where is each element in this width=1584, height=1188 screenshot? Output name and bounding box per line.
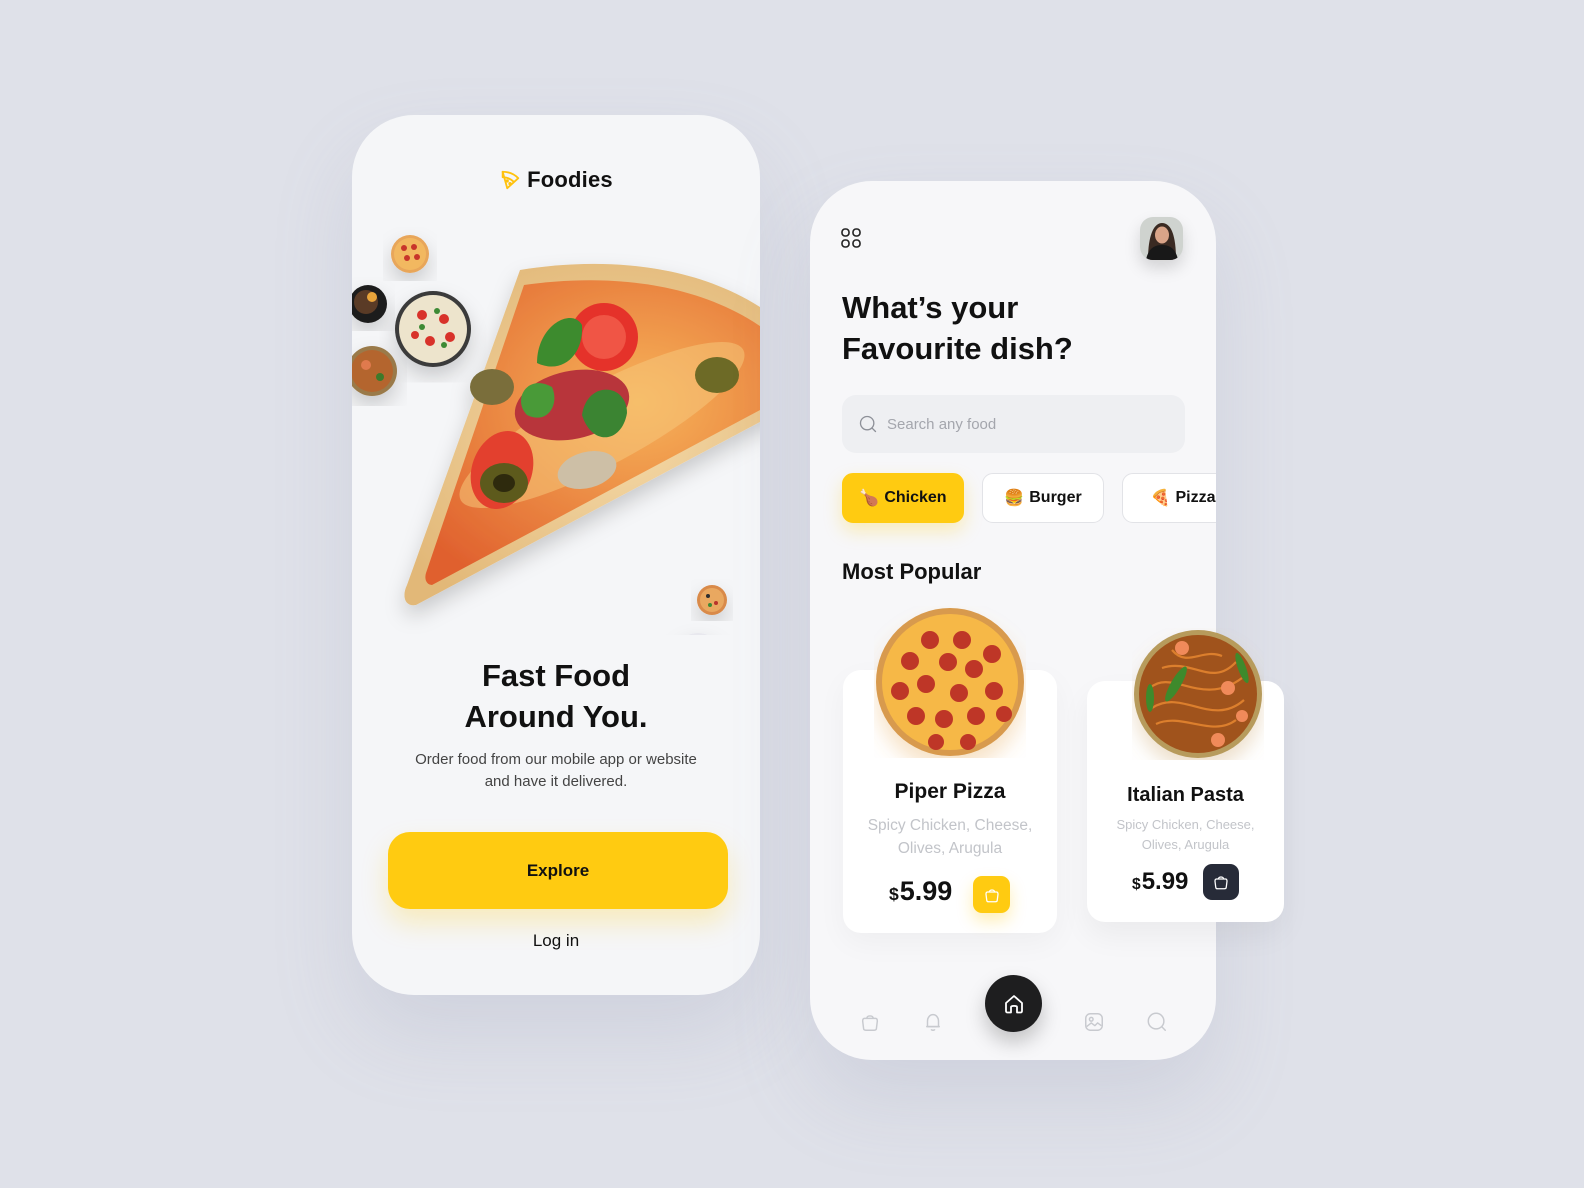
brand-logo: Foodies — [352, 167, 760, 193]
pizza-slice-icon: 🍕 — [1150, 490, 1171, 507]
search-bar[interactable] — [842, 395, 1185, 453]
category-chip-burger[interactable]: 🍔 Burger — [982, 473, 1104, 523]
plate-noodles-small — [352, 346, 397, 396]
price-value: 5.99 — [1141, 868, 1189, 895]
shopping-bag-icon[interactable] — [859, 1011, 881, 1033]
plate-pizza-mini — [697, 585, 727, 615]
headline-line-2: Around You. — [464, 699, 648, 734]
bottom-navigation — [810, 975, 1216, 1041]
plate-salad — [688, 633, 708, 635]
desc-line-1: Spicy Chicken, Cheese, — [1116, 817, 1255, 832]
subtitle-line-1: Order food from our mobile app or websit… — [415, 751, 697, 768]
welcome-subtitle: Order food from our mobile app or websit… — [392, 749, 720, 793]
home-icon — [1004, 994, 1023, 1013]
plate-pepperoni-small — [391, 235, 429, 273]
desc-line-2: Olives, Arugula — [897, 840, 1003, 858]
search-input[interactable] — [887, 415, 1167, 433]
shrimp-noodle-bowl-image — [1134, 630, 1262, 758]
pepperoni-pizza-image — [876, 608, 1024, 756]
price-value: 5.99 — [899, 876, 953, 906]
currency-symbol: $ — [1132, 876, 1141, 893]
category-chip-chicken[interactable]: 🍗 Chicken — [842, 473, 964, 523]
add-to-cart-button[interactable] — [973, 876, 1010, 913]
hero-food-illustration — [352, 235, 760, 635]
card-title: Italian Pasta — [1127, 784, 1244, 806]
home-screen: What’s your Favourite dish? 🍗 Chicken 🍔 … — [810, 181, 1216, 1060]
title-line-2: Favourite dish? — [842, 331, 1073, 366]
plate-spaghetti — [395, 291, 471, 367]
search-icon — [859, 415, 877, 433]
home-nav-button[interactable] — [985, 975, 1042, 1032]
card-title: Piper Pizza — [894, 780, 1006, 803]
headline-line-1: Fast Food — [481, 658, 631, 693]
login-link[interactable]: Log in — [352, 931, 760, 951]
chip-label: Chicken — [884, 489, 947, 506]
brand-name: Foodies — [527, 167, 613, 192]
welcome-screen: Foodies Fast Food Around You. Order food… — [352, 115, 760, 995]
grid-icon[interactable] — [841, 228, 861, 248]
desc-line-2: Olives, Arugula — [1141, 836, 1230, 852]
section-title-most-popular: Most Popular — [842, 559, 982, 584]
avatar[interactable] — [1140, 217, 1183, 260]
chip-label: Pizza — [1175, 489, 1216, 506]
burger-icon: 🍔 — [1004, 490, 1025, 507]
shopping-bag-icon — [984, 888, 999, 902]
explore-button[interactable]: Explore — [388, 832, 728, 909]
image-icon[interactable] — [1083, 1011, 1105, 1033]
subtitle-line-2: and have it delivered. — [484, 773, 628, 790]
pizza-slice-outline-icon — [501, 170, 520, 190]
search-icon[interactable] — [1146, 1011, 1168, 1033]
add-to-cart-button[interactable] — [1203, 864, 1239, 900]
desc-line-1: Spicy Chicken, Cheese, — [867, 817, 1033, 834]
category-chip-pizza[interactable]: 🍕 Pizza — [1122, 473, 1216, 523]
bell-icon[interactable] — [922, 1011, 944, 1033]
category-chips: 🍗 Chicken 🍔 Burger 🍕 Pizza — [842, 473, 1216, 523]
welcome-headline: Fast Food Around You. — [352, 655, 760, 737]
page-title: What’s your Favourite dish? — [842, 287, 1073, 369]
shopping-bag-icon — [1214, 876, 1228, 890]
card-price: $5.99 — [889, 876, 952, 907]
currency-symbol: $ — [889, 884, 899, 904]
chicken-leg-icon: 🍗 — [859, 490, 880, 507]
chip-label: Burger — [1029, 489, 1082, 506]
avatar-photo — [1140, 217, 1183, 260]
title-line-1: What’s your — [842, 290, 1019, 325]
card-description: Spicy Chicken, Cheese, Olives, Arugula — [1087, 815, 1284, 854]
card-price: $5.99 — [1132, 868, 1188, 896]
plate-steak-bowl — [352, 285, 387, 323]
card-description: Spicy Chicken, Cheese, Olives, Arugula — [843, 814, 1057, 861]
